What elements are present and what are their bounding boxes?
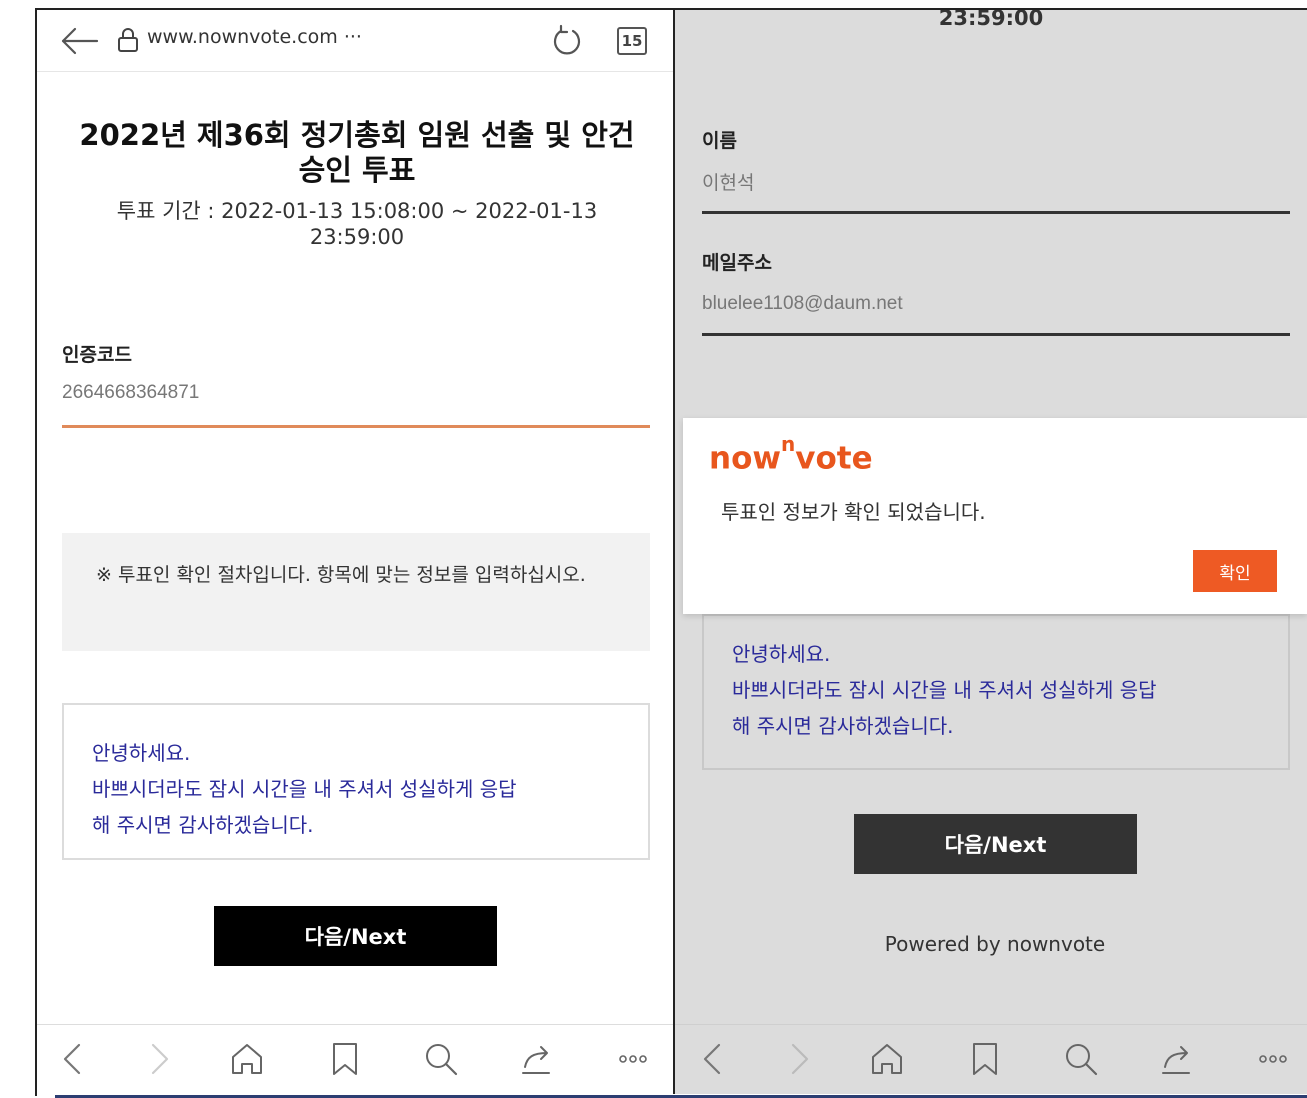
email-input[interactable]	[702, 293, 1290, 315]
vote-end-time: 23:59:00	[938, 10, 1044, 30]
greeting-line-3: 해 주시면 감사하겠습니다.	[732, 714, 954, 738]
notice-text: ※ 투표인 확인 절차입니다. 항목에 맞는 정보를 입력하십시오.	[96, 564, 586, 586]
browser-top-bar: www.nownvote.com ··· 15	[37, 10, 673, 72]
nownvote-logo: nownvote	[709, 432, 873, 477]
reload-icon[interactable]	[549, 23, 585, 59]
home-icon[interactable]	[225, 1037, 269, 1081]
next-button[interactable]: 다음/Next	[854, 814, 1137, 874]
greeting-box: 안녕하세요. 바쁘시더라도 잠시 시간을 내 주셔서 성실하게 응답 해 주시면…	[702, 614, 1290, 770]
nav-forward-icon[interactable]	[777, 1037, 821, 1081]
left-phone-screen: www.nownvote.com ··· 15 2022년 제36회 정기총회 …	[37, 10, 673, 1094]
confirm-button[interactable]: 확인	[1193, 550, 1277, 592]
greeting-line-2: 바쁘시더라도 잠시 시간을 내 주셔서 성실하게 응답	[92, 777, 517, 801]
greeting-line-2: 바쁘시더라도 잠시 시간을 내 주셔서 성실하게 응답	[732, 678, 1157, 702]
nav-back-icon[interactable]	[51, 1037, 95, 1081]
auth-code-underline	[62, 425, 650, 428]
nav-forward-icon[interactable]	[137, 1037, 181, 1081]
name-input[interactable]	[702, 170, 1290, 192]
share-icon[interactable]	[515, 1037, 559, 1081]
dialog-message: 투표인 정보가 확인 되었습니다.	[721, 500, 986, 524]
browser-bottom-nav	[37, 1024, 673, 1094]
home-icon[interactable]	[865, 1037, 909, 1081]
confirmation-dialog: nownvote 투표인 정보가 확인 되었습니다. 확인	[683, 418, 1307, 614]
auth-code-input[interactable]	[62, 382, 650, 404]
back-arrow-icon[interactable]	[59, 26, 99, 56]
greeting-box: 안녕하세요. 바쁘시더라도 잠시 시간을 내 주셔서 성실하게 응답 해 주시면…	[62, 703, 650, 860]
page-title: 2022년 제36회 정기총회 임원 선출 및 안건 승인 투표	[79, 118, 635, 187]
auth-code-label: 인증코드	[62, 344, 132, 366]
name-underline	[702, 211, 1290, 214]
greeting-line-1: 안녕하세요.	[92, 741, 191, 765]
more-icon[interactable]	[1251, 1037, 1295, 1081]
nav-back-icon[interactable]	[691, 1037, 735, 1081]
greeting-line-3: 해 주시면 감사하겠습니다.	[92, 813, 314, 837]
vote-period: 투표 기간 : 2022-01-13 15:08:00 ~ 2022-01-13…	[116, 199, 598, 249]
search-icon[interactable]	[1059, 1037, 1103, 1081]
more-icon[interactable]	[611, 1037, 655, 1081]
tab-count-icon[interactable]: 15	[617, 27, 647, 55]
email-underline	[702, 333, 1290, 336]
bookmark-icon[interactable]	[323, 1037, 367, 1081]
browser-bottom-nav	[675, 1024, 1307, 1094]
next-button[interactable]: 다음/Next	[214, 906, 497, 966]
search-icon[interactable]	[419, 1037, 463, 1081]
lock-icon	[118, 28, 138, 52]
url-text[interactable]: www.nownvote.com ···	[147, 26, 362, 48]
right-phone-screen: 23:59:00 이름 메일주소 안녕하세요. 바쁘시더라도 잠시 시간을 내 …	[675, 10, 1307, 1094]
email-label: 메일주소	[702, 252, 772, 274]
bookmark-icon[interactable]	[963, 1037, 1007, 1081]
notice-box: ※ 투표인 확인 절차입니다. 항목에 맞는 정보를 입력하십시오.	[62, 533, 650, 651]
greeting-line-1: 안녕하세요.	[732, 642, 831, 666]
share-icon[interactable]	[1155, 1037, 1199, 1081]
name-label: 이름	[702, 130, 737, 152]
powered-by-text: Powered by nownvote	[884, 932, 1106, 956]
